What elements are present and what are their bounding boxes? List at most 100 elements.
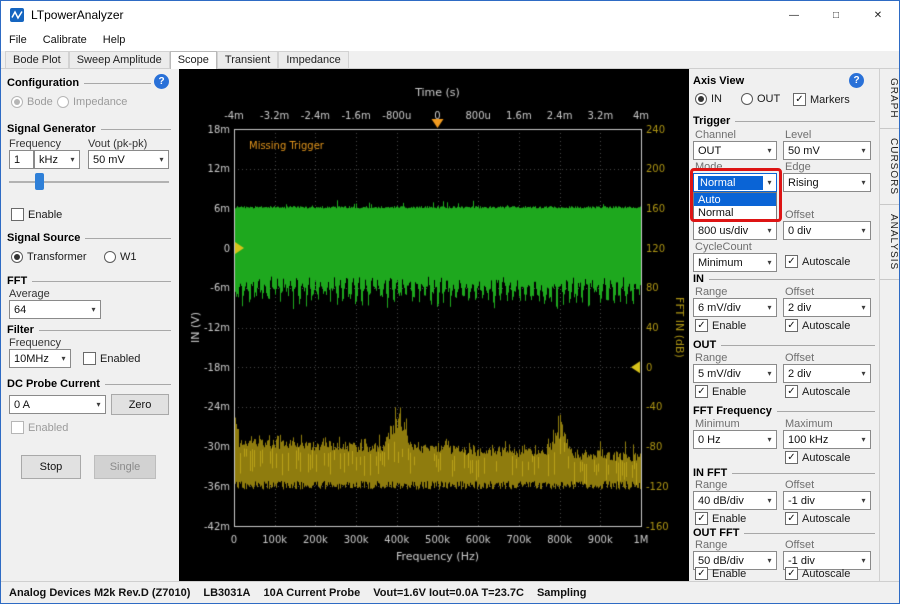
out-enable-checkbox[interactable]: ✓ Enable bbox=[695, 385, 746, 398]
trigger-autoscale-checkbox[interactable]: ✓Autoscale bbox=[785, 255, 850, 268]
filter-frequency-combo[interactable]: 10MHz▾ bbox=[9, 349, 71, 368]
minimize-button[interactable]: — bbox=[773, 1, 815, 29]
slider-thumb[interactable] bbox=[35, 173, 44, 190]
slider-track bbox=[9, 181, 169, 183]
in-range-combo[interactable]: 6 mV/div▾ bbox=[693, 298, 777, 317]
filter-enabled-checkbox[interactable]: Enabled bbox=[83, 352, 140, 365]
trigger-cyclecount-combo[interactable]: Minimum▾ bbox=[693, 253, 777, 272]
tab-impedance[interactable]: Impedance bbox=[278, 51, 348, 68]
signal-enable-checkbox[interactable]: Enable bbox=[11, 208, 62, 221]
fft-average-combo[interactable]: 64▾ bbox=[9, 300, 101, 319]
radio-dot-icon bbox=[104, 251, 116, 263]
tab-transient[interactable]: Transient bbox=[217, 51, 278, 68]
tab-bode-plot[interactable]: Bode Plot bbox=[5, 51, 69, 68]
trigger-offset-combo[interactable]: 0 div▾ bbox=[783, 221, 871, 240]
frequency-input[interactable]: 1 bbox=[9, 150, 34, 169]
fft-frequency-header: FFT Frequency bbox=[693, 405, 875, 417]
out-range-combo[interactable]: 5 mV/div▾ bbox=[693, 364, 777, 383]
radio-dot-icon bbox=[695, 93, 707, 105]
fft-minimum-label: Minimum bbox=[695, 418, 740, 430]
combo-value: kHz bbox=[39, 154, 66, 166]
tab-sweep-amplitude[interactable]: Sweep Amplitude bbox=[69, 51, 170, 68]
status-board: LB3031A bbox=[203, 587, 250, 599]
trigger-mode-combo[interactable]: Normal▾ bbox=[693, 173, 777, 192]
in-fft-offset-combo[interactable]: -1 div▾ bbox=[783, 491, 871, 510]
in-fft-autoscale-checkbox[interactable]: ✓Autoscale bbox=[785, 512, 850, 525]
fft-maximum-combo[interactable]: 100 kHz▾ bbox=[783, 430, 871, 449]
combo-value: 0 A bbox=[14, 399, 92, 411]
fft-minimum-combo[interactable]: 0 Hz▾ bbox=[693, 430, 777, 449]
amplitude-slider[interactable] bbox=[9, 172, 169, 192]
title-bar: LTpowerAnalyzer — □ ✕ bbox=[1, 1, 899, 29]
check-icon: ✓ bbox=[695, 385, 708, 398]
trigger-level-combo[interactable]: 50 mV▾ bbox=[783, 141, 871, 160]
dropdown-arrow-icon: ▾ bbox=[763, 496, 776, 505]
in-autoscale-checkbox[interactable]: ✓Autoscale bbox=[785, 319, 850, 332]
in-fft-range-combo[interactable]: 40 dB/div▾ bbox=[693, 491, 777, 510]
trigger-edge-combo[interactable]: Rising▾ bbox=[783, 173, 871, 192]
stop-button-label: Stop bbox=[40, 461, 63, 473]
signal-generator-title: Signal Generator bbox=[7, 123, 96, 135]
in-fft-enable-checkbox[interactable]: ✓Enable bbox=[695, 512, 746, 525]
vout-label: Vout (pk-pk) bbox=[88, 138, 147, 150]
close-button[interactable]: ✕ bbox=[857, 1, 899, 29]
axis-in-radio[interactable]: IN bbox=[695, 93, 722, 105]
menu-calibrate[interactable]: Calibrate bbox=[35, 29, 95, 51]
tab-cursors[interactable]: CURSORS bbox=[880, 129, 899, 205]
dropdown-option-normal[interactable]: Normal bbox=[694, 206, 776, 219]
combo-value: 2 div bbox=[788, 302, 857, 314]
in-offset-combo[interactable]: 2 div▾ bbox=[783, 298, 871, 317]
in-fft-title: IN FFT bbox=[693, 467, 727, 479]
scope-canvas[interactable] bbox=[179, 69, 689, 581]
frequency-unit-combo[interactable]: kHz▾ bbox=[34, 150, 80, 169]
vout-combo[interactable]: 50 mV▾ bbox=[88, 150, 169, 169]
out-fft-autoscale-checkbox[interactable]: ✓Autoscale bbox=[785, 567, 850, 580]
dropdown-option-auto[interactable]: Auto bbox=[694, 193, 776, 206]
combo-value: 50 mV bbox=[93, 154, 155, 166]
dropdown-arrow-icon: ▾ bbox=[857, 178, 870, 187]
out-offset-combo[interactable]: 2 div▾ bbox=[783, 364, 871, 383]
out-autoscale-checkbox[interactable]: ✓Autoscale bbox=[785, 385, 850, 398]
combo-value: 64 bbox=[14, 304, 87, 316]
scope-plot[interactable] bbox=[179, 69, 689, 581]
trigger-title: Trigger bbox=[693, 115, 730, 127]
w1-radio[interactable]: W1 bbox=[104, 251, 137, 263]
bode-radio[interactable]: Bode bbox=[11, 96, 53, 108]
tab-scope[interactable]: Scope bbox=[170, 51, 217, 69]
dropdown-arrow-icon: ▾ bbox=[92, 400, 105, 409]
dropdown-arrow-icon: ▾ bbox=[763, 226, 776, 235]
combo-value: 40 dB/div bbox=[698, 495, 763, 507]
dropdown-arrow-icon: ▾ bbox=[857, 226, 870, 235]
trigger-offset-label: Offset bbox=[785, 209, 814, 221]
fft-frequency-autoscale-checkbox[interactable]: ✓Autoscale bbox=[785, 451, 850, 464]
dc-probe-current-combo[interactable]: 0 A▾ bbox=[9, 395, 106, 414]
transformer-radio[interactable]: Transformer bbox=[11, 251, 87, 263]
tab-analysis[interactable]: ANALYSIS bbox=[880, 205, 899, 280]
trigger-position-combo[interactable]: 800 us/div▾ bbox=[693, 221, 777, 240]
tab-graph[interactable]: GRAPH bbox=[880, 69, 899, 129]
menu-help[interactable]: Help bbox=[95, 29, 134, 51]
help-icon[interactable]: ? bbox=[154, 74, 169, 89]
zero-button[interactable]: Zero bbox=[111, 394, 169, 415]
checkbox-label: Enable bbox=[712, 386, 746, 398]
check-icon: ✓ bbox=[695, 567, 708, 580]
markers-checkbox[interactable]: ✓Markers bbox=[793, 93, 850, 106]
axis-out-radio[interactable]: OUT bbox=[741, 93, 780, 105]
stop-button[interactable]: Stop bbox=[21, 455, 81, 479]
out-fft-header: OUT FFT bbox=[693, 527, 875, 539]
out-offset-label: Offset bbox=[785, 352, 814, 364]
transformer-radio-label: Transformer bbox=[27, 251, 87, 263]
menu-file[interactable]: File bbox=[1, 29, 35, 51]
checkbox-label: Enable bbox=[712, 320, 746, 332]
in-enable-checkbox[interactable]: ✓Enable bbox=[695, 319, 746, 332]
trigger-channel-label: Channel bbox=[695, 129, 736, 141]
dropdown-arrow-icon: ▾ bbox=[763, 556, 776, 565]
trigger-mode-label: Mode bbox=[695, 161, 723, 173]
help-icon[interactable]: ? bbox=[849, 73, 864, 88]
status-bar: Analog Devices M2k Rev.D (Z7010) LB3031A… bbox=[1, 581, 899, 603]
maximize-button[interactable]: □ bbox=[815, 1, 857, 29]
impedance-radio[interactable]: Impedance bbox=[57, 96, 127, 108]
trigger-channel-combo[interactable]: OUT▾ bbox=[693, 141, 777, 160]
checkbox-label: Autoscale bbox=[802, 256, 850, 268]
out-fft-enable-checkbox[interactable]: ✓Enable bbox=[695, 567, 746, 580]
